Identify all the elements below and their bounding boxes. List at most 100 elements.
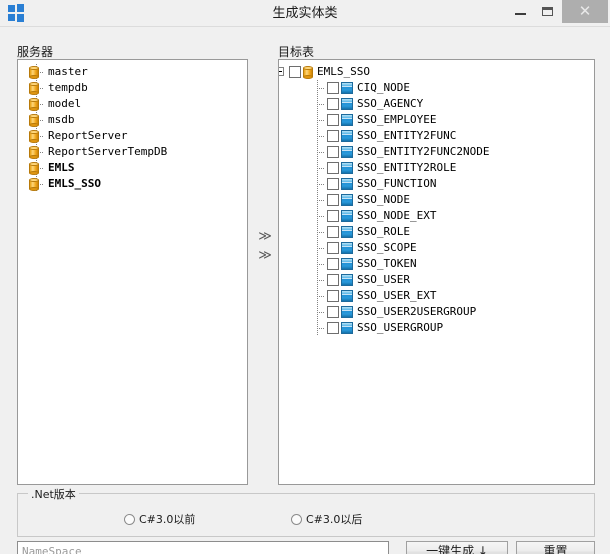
transfer-buttons: ≫ ≫ (255, 227, 275, 267)
target-tree-root[interactable]: EMLS_SSO (279, 64, 594, 80)
target-tree-item[interactable]: SSO_USER2USERGROUP (279, 304, 594, 320)
table-icon (341, 306, 353, 318)
checkbox-icon[interactable] (327, 114, 339, 126)
radio-icon (291, 514, 302, 525)
target-tree-item-label: SSO_USERGROUP (357, 321, 444, 334)
radio-icon (124, 514, 135, 525)
target-tree-item[interactable]: SSO_ENTITY2FUNC2NODE (279, 144, 594, 160)
server-tree-item-label: ReportServer (48, 129, 128, 142)
checkbox-icon[interactable] (327, 242, 339, 254)
checkbox-icon[interactable] (327, 290, 339, 302)
radio-label: C#3.0以后 (306, 513, 363, 526)
checkbox-icon[interactable] (327, 226, 339, 238)
target-tree-item[interactable]: CIQ_NODE (279, 80, 594, 96)
target-tree: EMLS_SSO CIQ_NODE SSO_AGENCY SSO_EMPLOYEE SS… (279, 60, 594, 336)
minimize-icon (515, 13, 526, 15)
tree-line (317, 88, 325, 89)
table-icon (341, 130, 353, 142)
table-icon (341, 322, 353, 334)
target-tree-item[interactable]: SSO_FUNCTION (279, 176, 594, 192)
target-tree-item-label: SSO_ENTITY2FUNC (357, 129, 457, 142)
checkbox-icon[interactable] (327, 98, 339, 110)
tree-line (317, 312, 325, 313)
close-button[interactable]: ✕ (562, 0, 608, 23)
target-tree-item[interactable]: SSO_ENTITY2FUNC (279, 128, 594, 144)
server-tree-item[interactable]: ReportServerTempDB (18, 144, 247, 160)
namespace-input[interactable]: NameSpace (17, 541, 389, 554)
maximize-icon (542, 7, 553, 16)
target-tree-item-label: SSO_EMPLOYEE (357, 113, 437, 126)
server-tree-item-label: model (48, 97, 82, 110)
tree-line (317, 104, 325, 105)
target-tree-item[interactable]: SSO_EMPLOYEE (279, 112, 594, 128)
server-tree-item[interactable]: tempdb (18, 80, 247, 96)
checkbox-icon[interactable] (327, 82, 339, 94)
title-bar: 生成实体类 ✕ (0, 0, 610, 27)
server-tree-item[interactable]: master (18, 64, 247, 80)
table-icon (341, 226, 353, 238)
checkbox-icon[interactable] (289, 66, 301, 78)
table-icon (341, 82, 353, 94)
target-tree-item[interactable]: SSO_SCOPE (279, 240, 594, 256)
target-tree-item-label: SSO_TOKEN (357, 257, 417, 270)
server-panel-label: 服务器 (17, 45, 54, 59)
target-tree-item[interactable]: SSO_TOKEN (279, 256, 594, 272)
checkbox-icon[interactable] (327, 306, 339, 318)
tree-line (317, 120, 325, 121)
checkbox-icon[interactable] (327, 178, 339, 190)
move-right-button[interactable]: ≫ (255, 227, 275, 246)
server-tree-item[interactable]: model (18, 96, 247, 112)
target-tree-item[interactable]: SSO_USER (279, 272, 594, 288)
table-icon (341, 274, 353, 286)
server-tree-item-label: EMLS (48, 161, 75, 174)
tree-line (317, 136, 325, 137)
checkbox-icon[interactable] (327, 162, 339, 174)
tree-line (317, 296, 325, 297)
table-icon (341, 162, 353, 174)
target-tree-item-label: SSO_NODE (357, 193, 410, 206)
radio-csharp-before-30[interactable]: C#3.0以前 (124, 513, 195, 527)
checkbox-icon[interactable] (327, 130, 339, 142)
radio-label: C#3.0以前 (139, 513, 196, 526)
checkbox-icon[interactable] (327, 146, 339, 158)
target-tree-item[interactable]: SSO_ROLE (279, 224, 594, 240)
tree-line (317, 248, 325, 249)
target-tree-item[interactable]: SSO_ENTITY2ROLE (279, 160, 594, 176)
maximize-button[interactable] (530, 0, 565, 23)
table-icon (341, 194, 353, 206)
server-tree-panel[interactable]: master tempdb model msdb ReportServer ReportS… (17, 59, 248, 485)
database-icon (28, 146, 40, 159)
generate-button[interactable]: 一键生成 ↓ (406, 541, 508, 554)
collapse-icon[interactable] (279, 67, 284, 76)
database-icon (302, 66, 314, 79)
target-tree-item-label: SSO_ENTITY2ROLE (357, 161, 457, 174)
target-tree-panel[interactable]: EMLS_SSO CIQ_NODE SSO_AGENCY SSO_EMPLOYEE SS… (278, 59, 595, 485)
checkbox-icon[interactable] (327, 194, 339, 206)
server-tree-item-label: master (48, 65, 88, 78)
target-tree-item[interactable]: SSO_NODE (279, 192, 594, 208)
checkbox-icon[interactable] (327, 258, 339, 270)
server-tree-item[interactable]: EMLS (18, 160, 247, 176)
target-tree-item-label: SSO_NODE_EXT (357, 209, 437, 222)
server-tree-item[interactable]: ReportServer (18, 128, 247, 144)
target-tree-item-label: SSO_USER_EXT (357, 289, 437, 302)
server-tree-item-label: tempdb (48, 81, 88, 94)
checkbox-icon[interactable] (327, 274, 339, 286)
table-icon (341, 210, 353, 222)
table-icon (341, 290, 353, 302)
move-right-all-button[interactable]: ≫ (255, 246, 275, 265)
radio-csharp-after-30[interactable]: C#3.0以后 (291, 513, 362, 527)
server-tree-item[interactable]: msdb (18, 112, 247, 128)
database-icon (28, 66, 40, 79)
target-tree-item-label: SSO_USER2USERGROUP (357, 305, 477, 318)
target-tree-item[interactable]: SSO_NODE_EXT (279, 208, 594, 224)
server-tree-item[interactable]: EMLS_SSO (18, 176, 247, 192)
target-tree-item[interactable]: SSO_USERGROUP (279, 320, 594, 336)
target-tree-item[interactable]: SSO_USER_EXT (279, 288, 594, 304)
reset-button[interactable]: 重置 (516, 541, 595, 554)
target-tree-item[interactable]: SSO_AGENCY (279, 96, 594, 112)
checkbox-icon[interactable] (327, 322, 339, 334)
table-icon (341, 114, 353, 126)
checkbox-icon[interactable] (327, 210, 339, 222)
tree-line (317, 264, 325, 265)
